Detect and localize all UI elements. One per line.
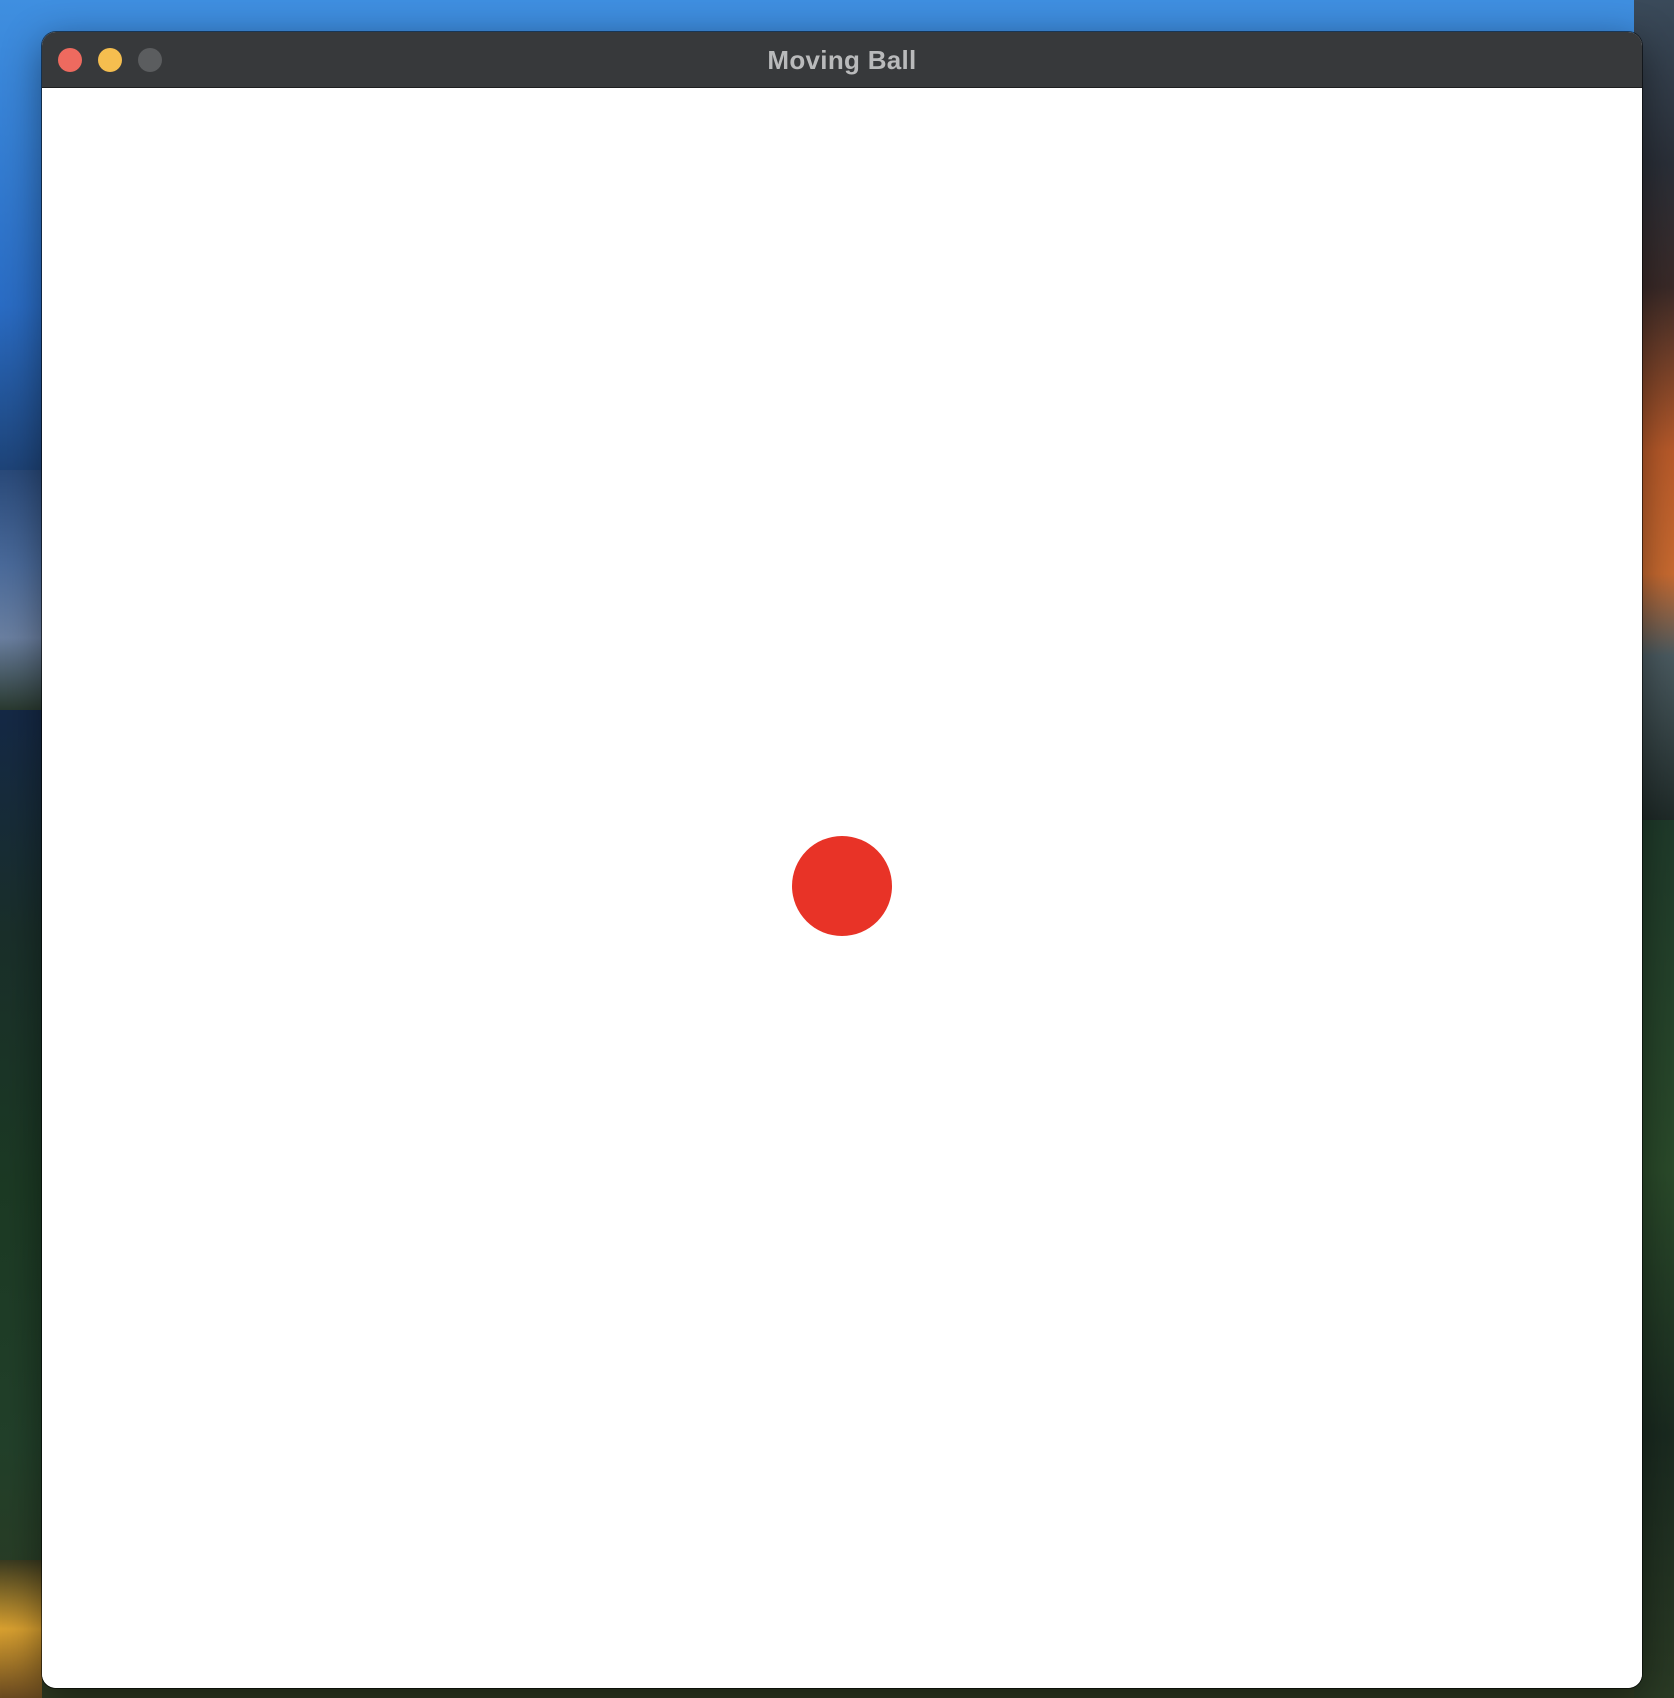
drawing-canvas bbox=[42, 88, 1642, 1688]
title-bar[interactable]: Moving Ball bbox=[42, 32, 1642, 88]
moving-ball bbox=[792, 836, 892, 936]
app-window: Moving Ball bbox=[42, 32, 1642, 1688]
desktop-wallpaper-left bbox=[0, 470, 42, 710]
window-title: Moving Ball bbox=[767, 45, 917, 75]
desktop-wallpaper-left-bottom bbox=[0, 1560, 42, 1698]
